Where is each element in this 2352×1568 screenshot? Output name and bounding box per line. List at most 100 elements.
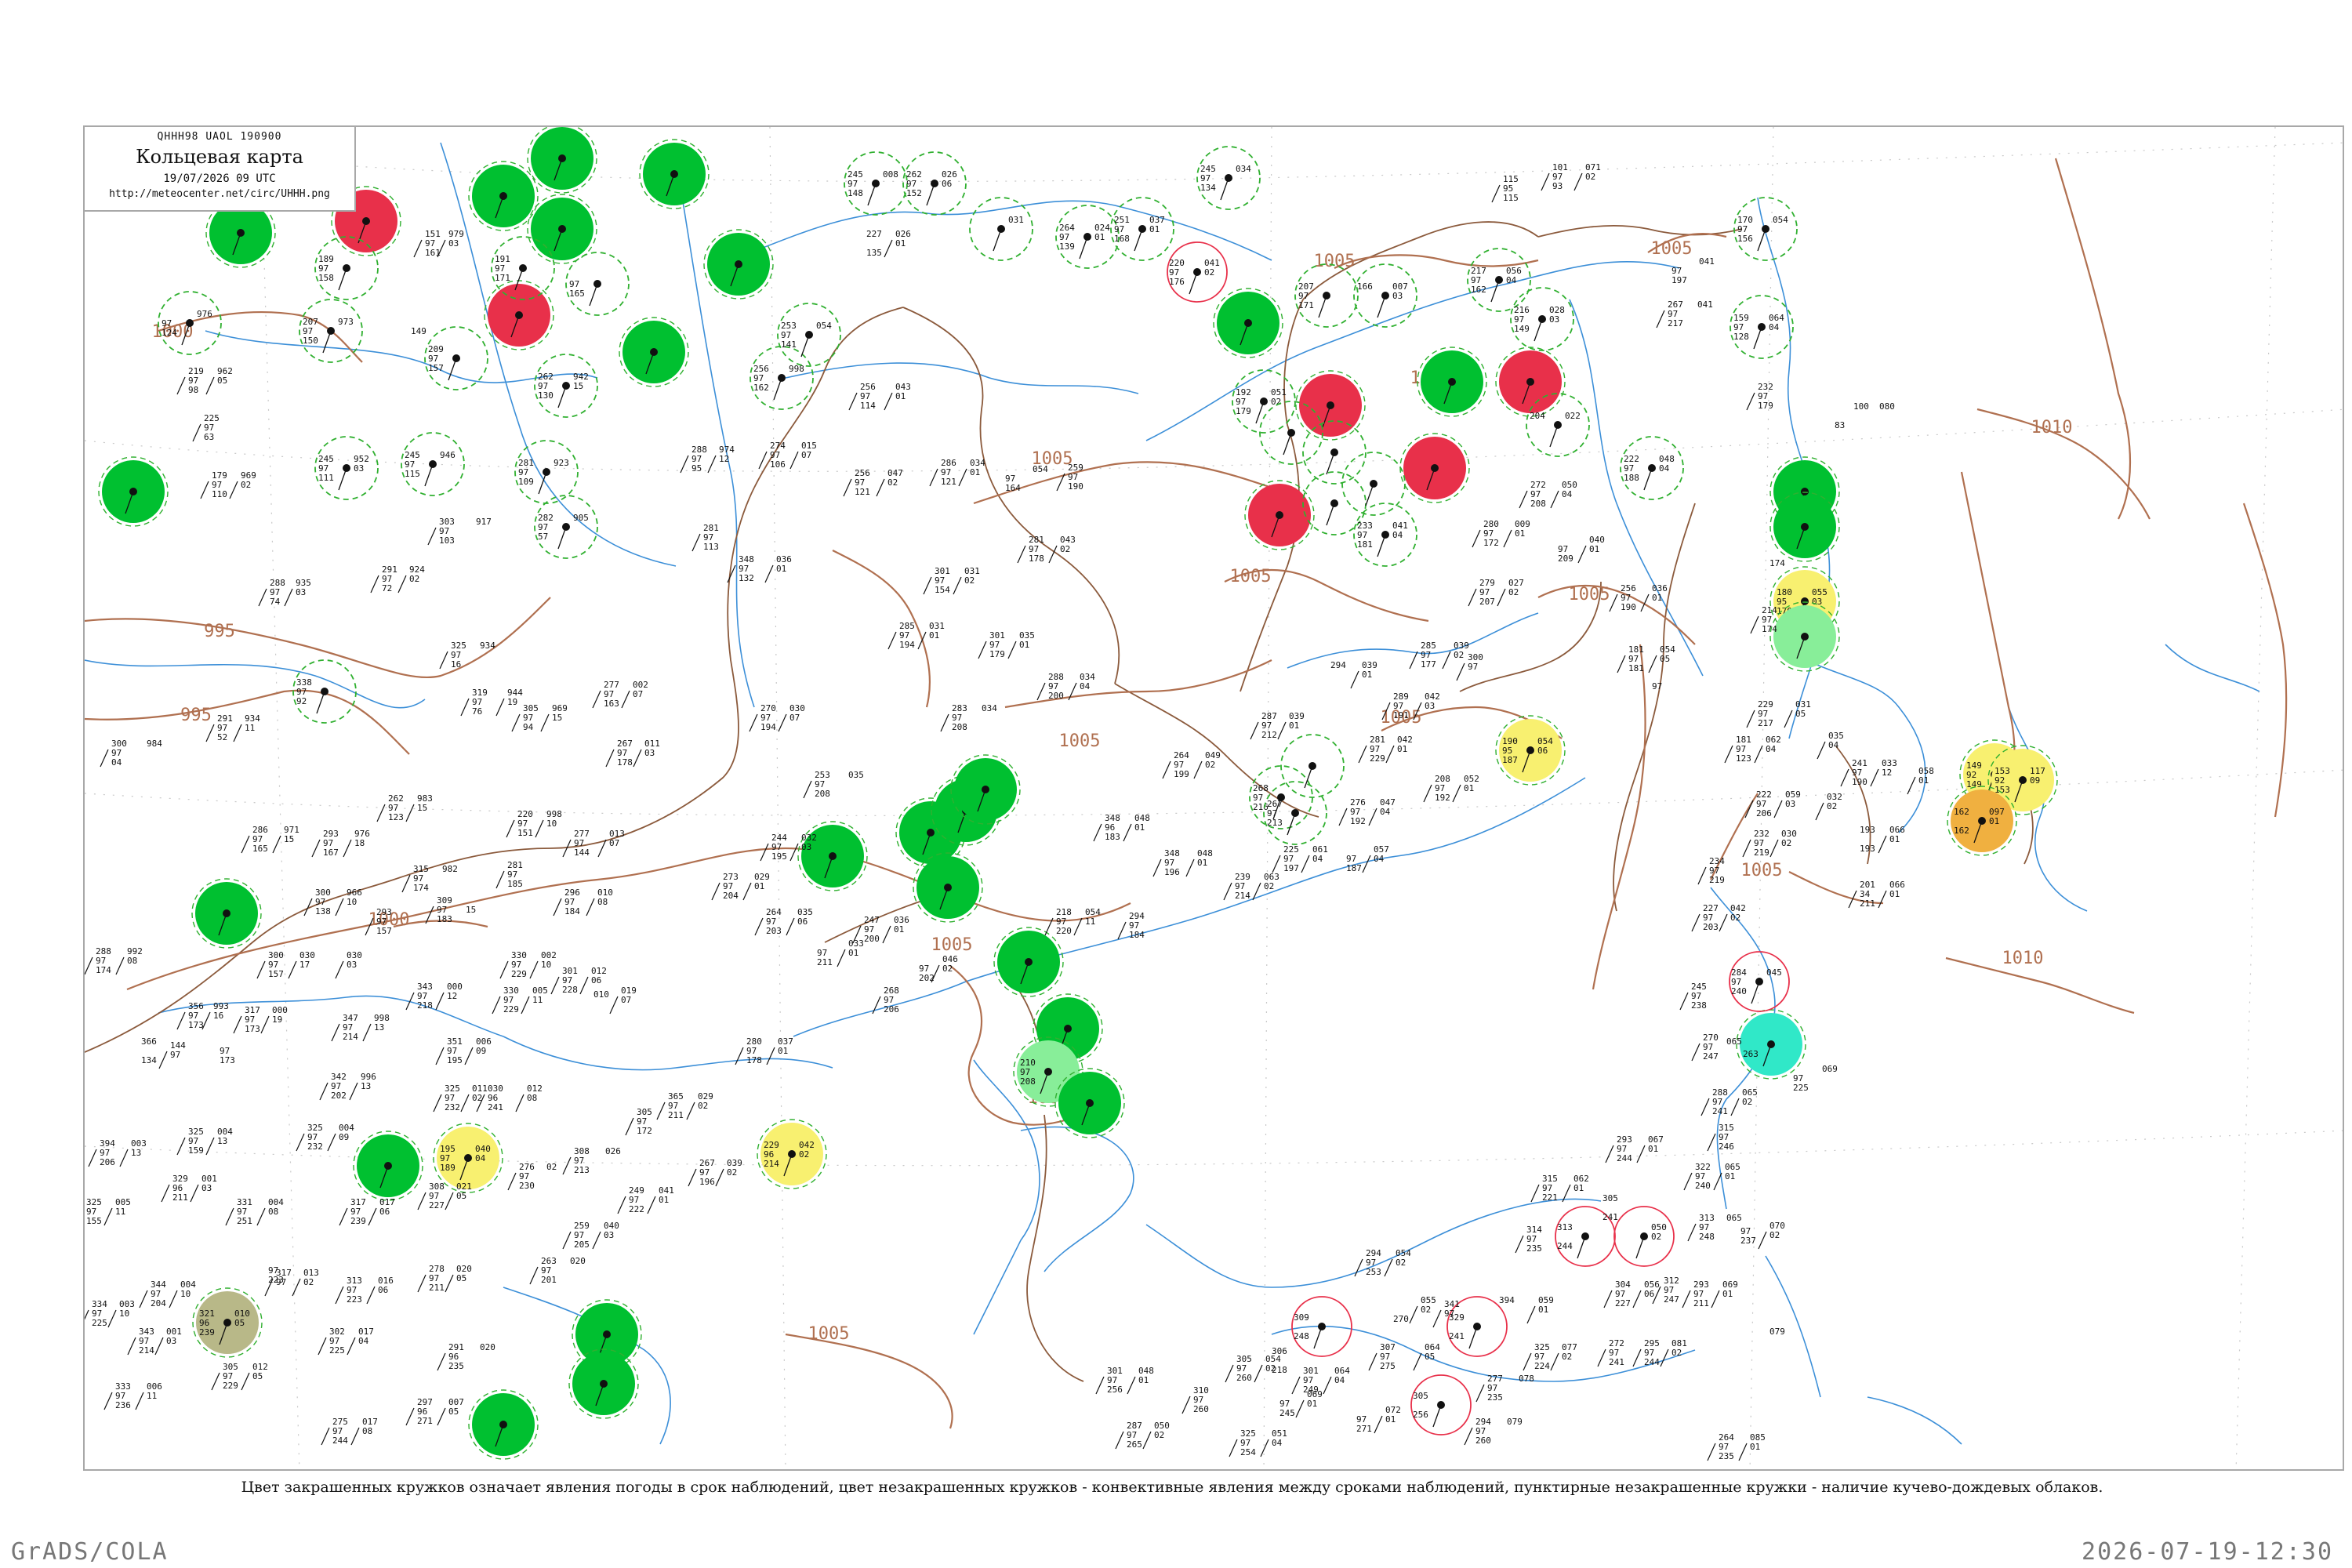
station-plot[interactable]: 03101	[917, 621, 945, 650]
station-plot[interactable]: 97225	[1793, 1073, 1809, 1093]
station-plot[interactable]: 29796271	[405, 1397, 433, 1426]
station-plot[interactable]: 32597232	[433, 1083, 460, 1112]
station-plot[interactable]: 00207	[621, 680, 648, 709]
station-plot[interactable]: 041	[1697, 299, 1713, 310]
station-plot[interactable]: 22597197	[1272, 844, 1299, 873]
station-plot[interactable]: 3199776	[460, 688, 488, 717]
station-plot[interactable]: 00019	[260, 1005, 288, 1034]
station-marker[interactable]: 2649713902401	[1055, 205, 1120, 269]
station-plot[interactable]: 04801	[1185, 848, 1213, 877]
station-marker[interactable]: 18997158	[314, 236, 379, 300]
station-plot[interactable]: 28597194	[887, 621, 915, 650]
station-plot[interactable]: 21897220	[1044, 907, 1072, 936]
station-plot[interactable]: 27697192	[1338, 797, 1366, 826]
station-plot[interactable]: 94419	[495, 688, 523, 717]
station-plot[interactable]: 29497260	[1464, 1417, 1491, 1446]
station-plot[interactable]: 00705	[437, 1397, 464, 1426]
station-plot[interactable]: 04902	[1193, 750, 1221, 779]
station-plot[interactable]: 18197123	[1724, 735, 1751, 764]
station-plot[interactable]: 97211	[817, 948, 833, 967]
station-plot[interactable]: 035	[848, 770, 864, 780]
station-marker[interactable]: 2229718804804	[1620, 436, 1684, 500]
station-plot[interactable]: 227 135	[866, 229, 882, 258]
station-marker[interactable]: 2169714902803	[1510, 287, 1574, 351]
station-plot[interactable]: 069	[1822, 1064, 1838, 1074]
station-marker[interactable]: 031	[969, 197, 1033, 261]
station-plot[interactable]: 03501	[1007, 630, 1035, 659]
station-plot[interactable]: 05002	[1142, 1421, 1170, 1450]
station-plot[interactable]: 06701	[1636, 1134, 1664, 1163]
station-marker[interactable]: 26797213	[1263, 781, 1327, 845]
station-marker[interactable]: 24597115946	[401, 432, 465, 496]
station-plot[interactable]: 2259763	[192, 413, 220, 442]
station-plot[interactable]: 31397223	[335, 1276, 362, 1305]
station-plot[interactable]: 28097172	[1472, 519, 1499, 548]
station-plot[interactable]: 34497204	[139, 1279, 166, 1308]
station-plot[interactable]: 31597221	[1530, 1174, 1558, 1203]
station-plot[interactable]: 193 193	[1860, 825, 1875, 854]
station-marker[interactable]	[1417, 347, 1487, 417]
station-plot[interactable]: 29397244	[1605, 1134, 1632, 1163]
station-plot[interactable]: 28897174	[85, 946, 111, 975]
station-plot[interactable]: 93411	[233, 713, 260, 742]
station-plot[interactable]: 01507	[789, 441, 817, 470]
station-plot[interactable]: 97187	[1346, 854, 1362, 873]
station-plot[interactable]: 39497206	[88, 1138, 115, 1167]
station-plot[interactable]: 28197185	[495, 860, 523, 889]
station-plot[interactable]: 30597229	[211, 1362, 238, 1391]
station-plot[interactable]: 06201	[1562, 1174, 1589, 1203]
station-plot[interactable]: 270	[1393, 1314, 1409, 1324]
station-plot[interactable]: 28197229	[1358, 735, 1385, 764]
station-plot[interactable]: 27097194	[749, 703, 776, 732]
station-plot[interactable]: 01606	[366, 1276, 394, 1305]
station-plot[interactable]: 100	[1853, 401, 1869, 412]
station-marker[interactable]	[568, 1348, 639, 1419]
station-plot[interactable]: 06502	[1730, 1087, 1758, 1116]
station-plot[interactable]: 29397167	[311, 829, 339, 858]
station-plot[interactable]: 97618	[343, 829, 370, 858]
station-plot[interactable]: 28697121	[929, 458, 956, 487]
station-plot[interactable]: 30897213	[562, 1146, 590, 1175]
station-plot[interactable]: 33397236	[103, 1381, 131, 1410]
station-marker[interactable]: 1599712806404	[1730, 295, 1794, 359]
station-plot[interactable]: 03017	[288, 950, 315, 979]
station-plot[interactable]: 31397248	[1687, 1213, 1715, 1242]
station-plot[interactable]: 28197113	[691, 523, 719, 552]
station-plot[interactable]: 26297123	[376, 793, 404, 822]
station-plot[interactable]: 30597172	[625, 1107, 652, 1136]
station-plot[interactable]: 31797239	[339, 1197, 366, 1226]
station-plot[interactable]: 00310	[107, 1299, 135, 1328]
station-plot[interactable]: 22297206	[1744, 789, 1772, 818]
station-plot[interactable]: 32597155	[85, 1197, 102, 1226]
station-plot[interactable]: 32597159	[176, 1127, 204, 1156]
station-plot[interactable]: 078	[1519, 1374, 1534, 1384]
station-plot[interactable]: 03007	[778, 703, 805, 732]
station-plot[interactable]: 05004	[1550, 480, 1577, 509]
station-plot[interactable]: 010	[593, 989, 609, 1000]
station-plot[interactable]: 25697121	[843, 468, 870, 497]
station-plot[interactable]: 08501	[1738, 1432, 1766, 1461]
station-plot[interactable]: 21497174	[1750, 605, 1777, 634]
station-plot[interactable]: 06501	[1713, 1162, 1740, 1191]
station-plot[interactable]: 29497184	[1117, 911, 1145, 940]
station-marker[interactable]: 05002	[1613, 1206, 1675, 1267]
station-plot[interactable]: 00511	[103, 1197, 131, 1226]
station-marker[interactable]: 24597148008	[844, 151, 908, 216]
station-marker[interactable]: 25697162998	[750, 346, 814, 410]
station-plot[interactable]: 30197256	[1095, 1366, 1123, 1395]
station-plot[interactable]: 03901	[1350, 660, 1377, 689]
station-plot[interactable]: 07002	[1758, 1221, 1785, 1250]
station-plot[interactable]: 02901	[742, 872, 770, 901]
station-plot[interactable]: 05901	[1526, 1295, 1554, 1324]
station-plot[interactable]: 984	[147, 739, 162, 749]
station-plot[interactable]: 15197161	[413, 229, 441, 258]
station-plot[interactable]: 34897196	[1152, 848, 1180, 877]
station-plot[interactable]: 01706	[368, 1197, 395, 1226]
station-plot[interactable]: 33197251	[225, 1197, 252, 1226]
station-plot[interactable]: 03601	[764, 554, 792, 583]
station-plot[interactable]: 26397201	[529, 1256, 557, 1285]
station-plot[interactable]: 24497195	[760, 833, 787, 862]
station-plot[interactable]: 28897200	[1036, 672, 1064, 701]
station-plot[interactable]: 28697165	[241, 825, 268, 854]
station-plot[interactable]: 020	[480, 1342, 495, 1352]
